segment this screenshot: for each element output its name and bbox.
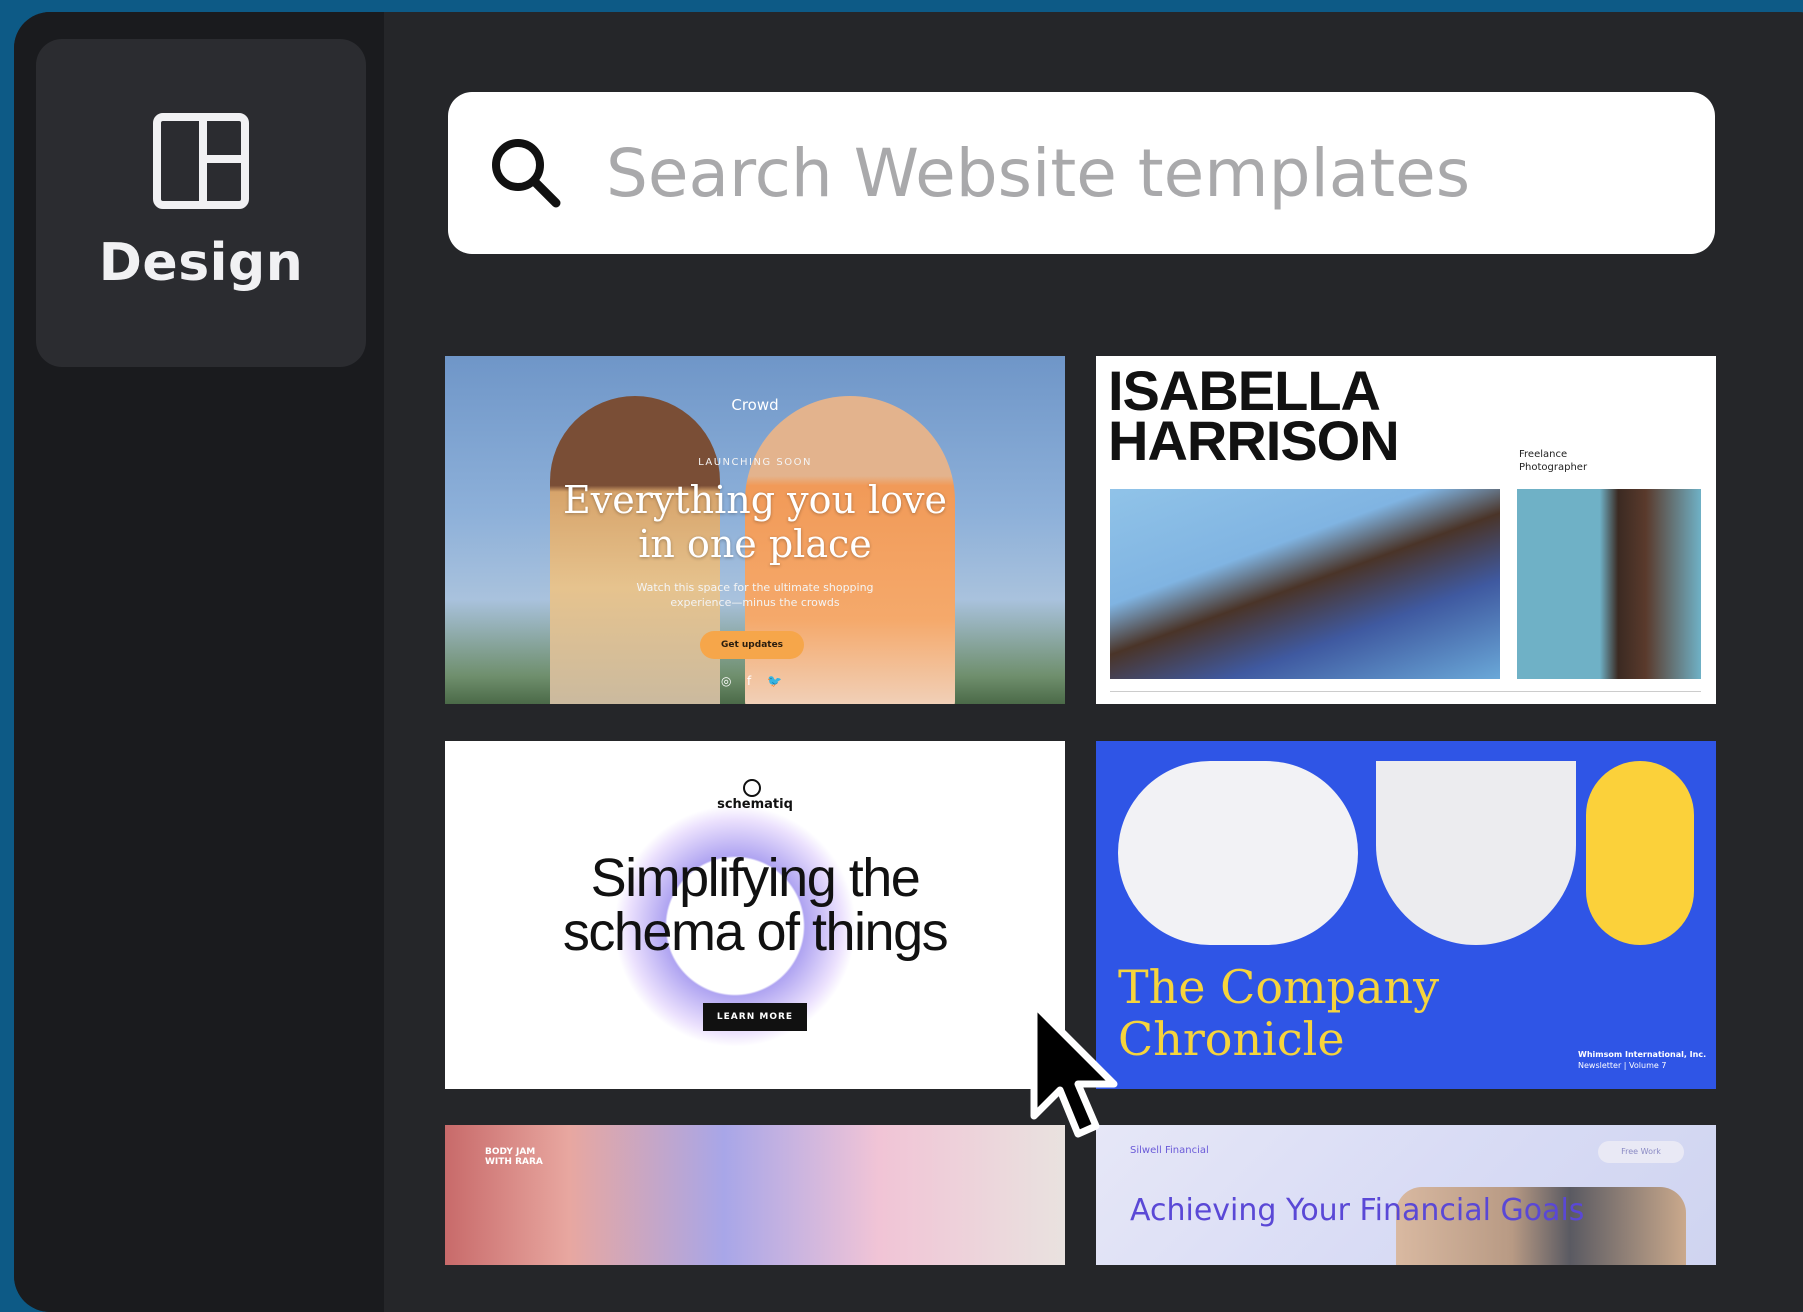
sidebar-item-label: Design (98, 233, 304, 293)
template-subtext: Watch this space for the ultimate shoppi… (636, 581, 874, 609)
template-headline: Simplifying the schema of things (445, 851, 1065, 959)
facebook-icon: f (747, 674, 752, 688)
subtitle-line: Freelance (1519, 449, 1568, 460)
template-brand: Crowd (731, 396, 779, 414)
brand-line: BODY JAM (485, 1147, 536, 1157)
template-brand: BODY JAM WITH RARA (485, 1147, 543, 1167)
template-card-crowd[interactable]: Crowd LAUNCHING SOON Everything you love… (445, 356, 1065, 704)
template-photo (1118, 761, 1358, 945)
divider (1110, 691, 1701, 692)
publisher-name: Whimsom International, Inc. (1578, 1050, 1707, 1059)
sidebar-item-design[interactable]: Design (36, 39, 366, 367)
mouse-pointer-icon (1030, 1000, 1118, 1138)
search-icon (492, 139, 561, 208)
template-headline: ISABELLA HARRISON (1108, 363, 1400, 472)
template-card-silwell-financial[interactable]: Silwell Financial Free Work Achieving Yo… (1096, 1125, 1716, 1265)
template-headline: Everything you love in one place (445, 478, 1065, 566)
template-card-isabella-harrison[interactable]: ISABELLA HARRISON Freelance Photographer (1096, 356, 1716, 704)
brand-line: WITH RARA (485, 1157, 543, 1167)
search-bar[interactable] (448, 92, 1715, 254)
headline-line: HARRISON (1108, 409, 1400, 472)
search-input[interactable] (604, 133, 1688, 213)
template-cta-button: Get updates (700, 631, 804, 659)
template-card-company-chronicle[interactable]: The Company Chronicle Whimsom Internatio… (1096, 741, 1716, 1089)
template-card-schematiq[interactable]: schematiq Simplifying the schema of thin… (445, 741, 1065, 1089)
issue-label: Newsletter | Volume 7 (1578, 1061, 1667, 1070)
headline-line: in one place (638, 522, 872, 566)
template-photo (1376, 761, 1576, 945)
template-photo (1110, 489, 1500, 679)
headline-line: Chronicle (1118, 1012, 1345, 1066)
template-cta-button: LEARN MORE (703, 1003, 807, 1031)
template-subtitle: Freelance Photographer (1519, 448, 1587, 474)
headline-line: schema of things (562, 902, 949, 962)
subtitle-line: Photographer (1519, 462, 1588, 473)
headline-line: The Company (1118, 960, 1440, 1014)
twitter-icon: 🐦 (767, 674, 782, 688)
headline-line: Simplifying the (590, 848, 921, 908)
template-publisher: Whimsom International, Inc. Newsletter |… (1578, 1049, 1706, 1071)
template-headline: Achieving Your Financial Goals (1130, 1193, 1585, 1228)
sidebar: Design (14, 12, 384, 1312)
logo-icon (743, 779, 761, 797)
template-photo (1517, 489, 1701, 679)
template-brand: schematiq (717, 797, 793, 812)
template-pill-button: Free Work (1598, 1141, 1684, 1163)
template-card-body-jam[interactable]: BODY JAM WITH RARA (445, 1125, 1065, 1265)
headline-line: Everything you love (563, 478, 947, 522)
template-kicker: LAUNCHING SOON (698, 457, 812, 468)
template-headline: The Company Chronicle (1118, 961, 1439, 1065)
decorative-shape (1586, 761, 1694, 945)
layout-icon (153, 113, 249, 209)
template-brand: Silwell Financial (1130, 1145, 1209, 1156)
instagram-icon: ◎ (721, 674, 732, 688)
